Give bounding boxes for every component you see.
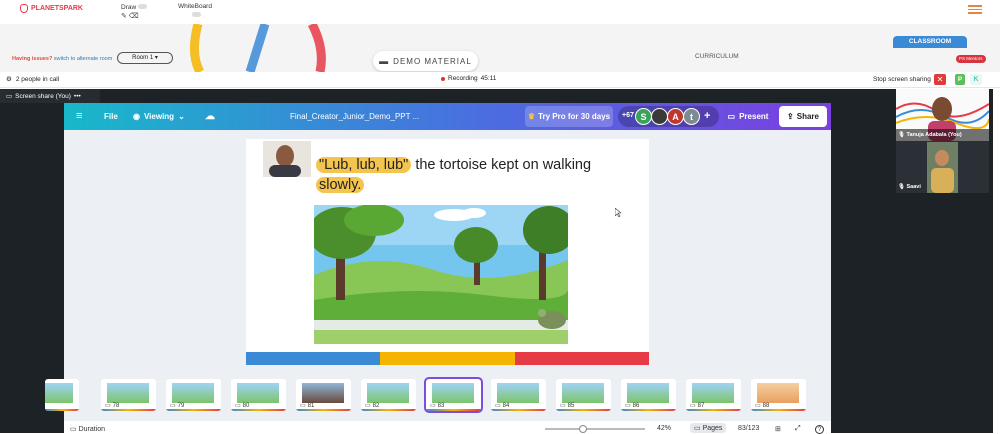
recording-indicator: Recording 45:11 xyxy=(441,75,496,82)
folder-icon: ▬ xyxy=(379,56,390,66)
add-collaborator-button[interactable]: + xyxy=(704,110,710,122)
share-button[interactable]: ⇪ Share xyxy=(779,106,827,127)
fullscreen-icon[interactable]: ⤢ xyxy=(795,425,801,433)
present-button[interactable]: ▭ Present xyxy=(722,106,774,127)
canva-menu-icon[interactable]: ≡ xyxy=(76,110,82,122)
chevron-down-icon: ▾ xyxy=(154,55,158,61)
comment-icon: ▭ xyxy=(300,403,306,409)
people-in-call[interactable]: ⚙ 2 people in call xyxy=(6,75,59,84)
timer-icon: ▭ xyxy=(70,426,77,433)
try-pro-button[interactable]: ♛ Try Pro for 30 days xyxy=(525,106,613,127)
page-thumbnail[interactable]: ▭ 88 xyxy=(751,379,806,411)
hamburger-menu-icon[interactable] xyxy=(968,5,982,16)
stop-screen-sharing-label[interactable]: Stop screen sharing xyxy=(873,76,931,83)
strip-red xyxy=(514,352,649,365)
issues-notice[interactable]: Having issues? switch to alternate room xyxy=(12,56,112,62)
zoom-level[interactable]: 42% xyxy=(657,425,671,432)
more-options-icon[interactable]: ••• xyxy=(74,93,81,100)
stop-sharing-button[interactable]: ✕ xyxy=(934,74,946,85)
planetspark-logo: PLANETSPARK xyxy=(20,4,83,13)
strip-yellow xyxy=(380,352,515,365)
avatar[interactable]: S xyxy=(635,108,652,125)
page-thumbnail[interactable]: ▭ 84 xyxy=(491,379,546,411)
page-thumbnail[interactable]: ▭ 86 xyxy=(621,379,676,411)
comment-icon: ▭ xyxy=(560,403,566,409)
ps-mentors-badge[interactable]: PS Mentors xyxy=(956,55,986,63)
slide-color-strip xyxy=(246,352,649,365)
logo-icon xyxy=(20,4,28,13)
page-thumbnail[interactable]: ▭ 85 xyxy=(556,379,611,411)
collaborator-count[interactable]: +67 xyxy=(622,112,634,119)
comment-icon: ▭ xyxy=(755,403,761,409)
comment-icon: ▭ xyxy=(625,403,631,409)
avatar[interactable]: t xyxy=(683,108,700,125)
page-thumbnail[interactable]: ▭ 80 xyxy=(231,379,286,411)
page-thumbnail[interactable]: ▭ 81 xyxy=(296,379,351,411)
avatar[interactable] xyxy=(651,108,668,125)
present-icon: ▭ xyxy=(727,112,736,121)
classroom-band xyxy=(0,24,1000,72)
zoom-slider-handle[interactable] xyxy=(579,425,587,433)
grid-view-icon[interactable]: ⊞ xyxy=(775,425,781,433)
microphone-icon: 🎙 xyxy=(898,132,905,138)
pages-button[interactable]: ▭ Pages xyxy=(690,423,727,433)
pencil-eraser-icons[interactable]: ✎ ⌫ xyxy=(121,12,147,20)
k-button[interactable]: K xyxy=(970,74,982,85)
room-select[interactable]: Room 1 ▾ xyxy=(117,52,173,64)
forest-scene-image xyxy=(314,205,568,344)
file-menu[interactable]: File xyxy=(104,112,118,121)
crown-icon: ♛ xyxy=(527,112,536,121)
slide-text[interactable]: "Lub, lub, lub" the tortoise kept on wal… xyxy=(316,155,636,195)
page-thumbnail-selected[interactable]: ▭ 83 xyxy=(424,377,483,413)
cloud-sync-icon[interactable]: ☁ xyxy=(205,111,215,122)
screen-icon: ▭ xyxy=(6,93,13,100)
upload-icon: ⇪ xyxy=(787,112,794,121)
person-image xyxy=(263,141,311,177)
comment-icon: ▭ xyxy=(170,403,176,409)
page-thumbnail[interactable]: ▭ 79 xyxy=(166,379,221,411)
switch-room-link[interactable]: switch to alternate room xyxy=(54,56,112,62)
classroom-tab[interactable]: CLASSROOM xyxy=(893,36,967,48)
duration-button[interactable]: ▭ Duration xyxy=(70,425,105,433)
teacher-photo xyxy=(263,141,311,177)
mouse-cursor-icon xyxy=(615,208,621,217)
comment-icon: ▭ xyxy=(105,403,111,409)
decor-swooshes xyxy=(190,24,326,72)
comment-icon: ▭ xyxy=(430,403,436,409)
record-dot-icon xyxy=(441,76,445,81)
page-thumbnail[interactable]: ▭ 87 xyxy=(686,379,741,411)
document-title[interactable]: Final_Creator_Junior_Demo_PPT ... xyxy=(290,112,419,121)
top-bar xyxy=(0,0,1000,24)
zoom-slider[interactable] xyxy=(545,425,645,433)
viewing-dropdown[interactable]: ◉ Viewing ⌄ xyxy=(133,112,185,121)
pages-icon: ▭ xyxy=(694,425,701,432)
avatar[interactable]: A xyxy=(667,108,684,125)
microphone-icon: 🎙 xyxy=(898,184,905,190)
scrollbar[interactable] xyxy=(993,89,1000,433)
draw-switch[interactable] xyxy=(137,4,147,9)
p-button[interactable]: P xyxy=(955,74,965,85)
chevron-down-icon: ⌄ xyxy=(178,112,185,121)
screen-share-header: ▭ Screen share (You) ••• xyxy=(0,89,100,103)
page-counter: 83/123 xyxy=(738,425,760,432)
strip-blue xyxy=(246,352,381,365)
comment-icon: ▭ xyxy=(495,403,501,409)
whiteboard-toggle[interactable]: WhiteBoard xyxy=(178,3,212,19)
call-bar xyxy=(0,72,1000,88)
participant-name: 🎙 Tanuja Adabala (You) xyxy=(898,132,962,138)
gear-icon[interactable]: ⚙ xyxy=(6,75,12,83)
curriculum-tab[interactable]: CURRICULUM xyxy=(695,53,739,60)
comment-icon: ▭ xyxy=(690,403,696,409)
comment-icon: ▭ xyxy=(235,403,241,409)
page-thumbnail[interactable]: ▭ 78 xyxy=(101,379,156,411)
draw-toggle[interactable]: Draw ✎ ⌫ xyxy=(121,4,147,20)
participant-video xyxy=(927,142,958,193)
eye-icon: ◉ xyxy=(133,112,140,121)
participant-name: 🎙 Saavi xyxy=(898,184,921,190)
comment-icon: ▭ xyxy=(365,403,371,409)
whiteboard-switch[interactable] xyxy=(192,12,201,17)
page-thumbnail[interactable] xyxy=(45,379,79,411)
demo-material-button[interactable]: ▬ DEMO MATERIAL xyxy=(373,51,478,71)
page-thumbnail[interactable]: ▭ 82 xyxy=(361,379,416,411)
